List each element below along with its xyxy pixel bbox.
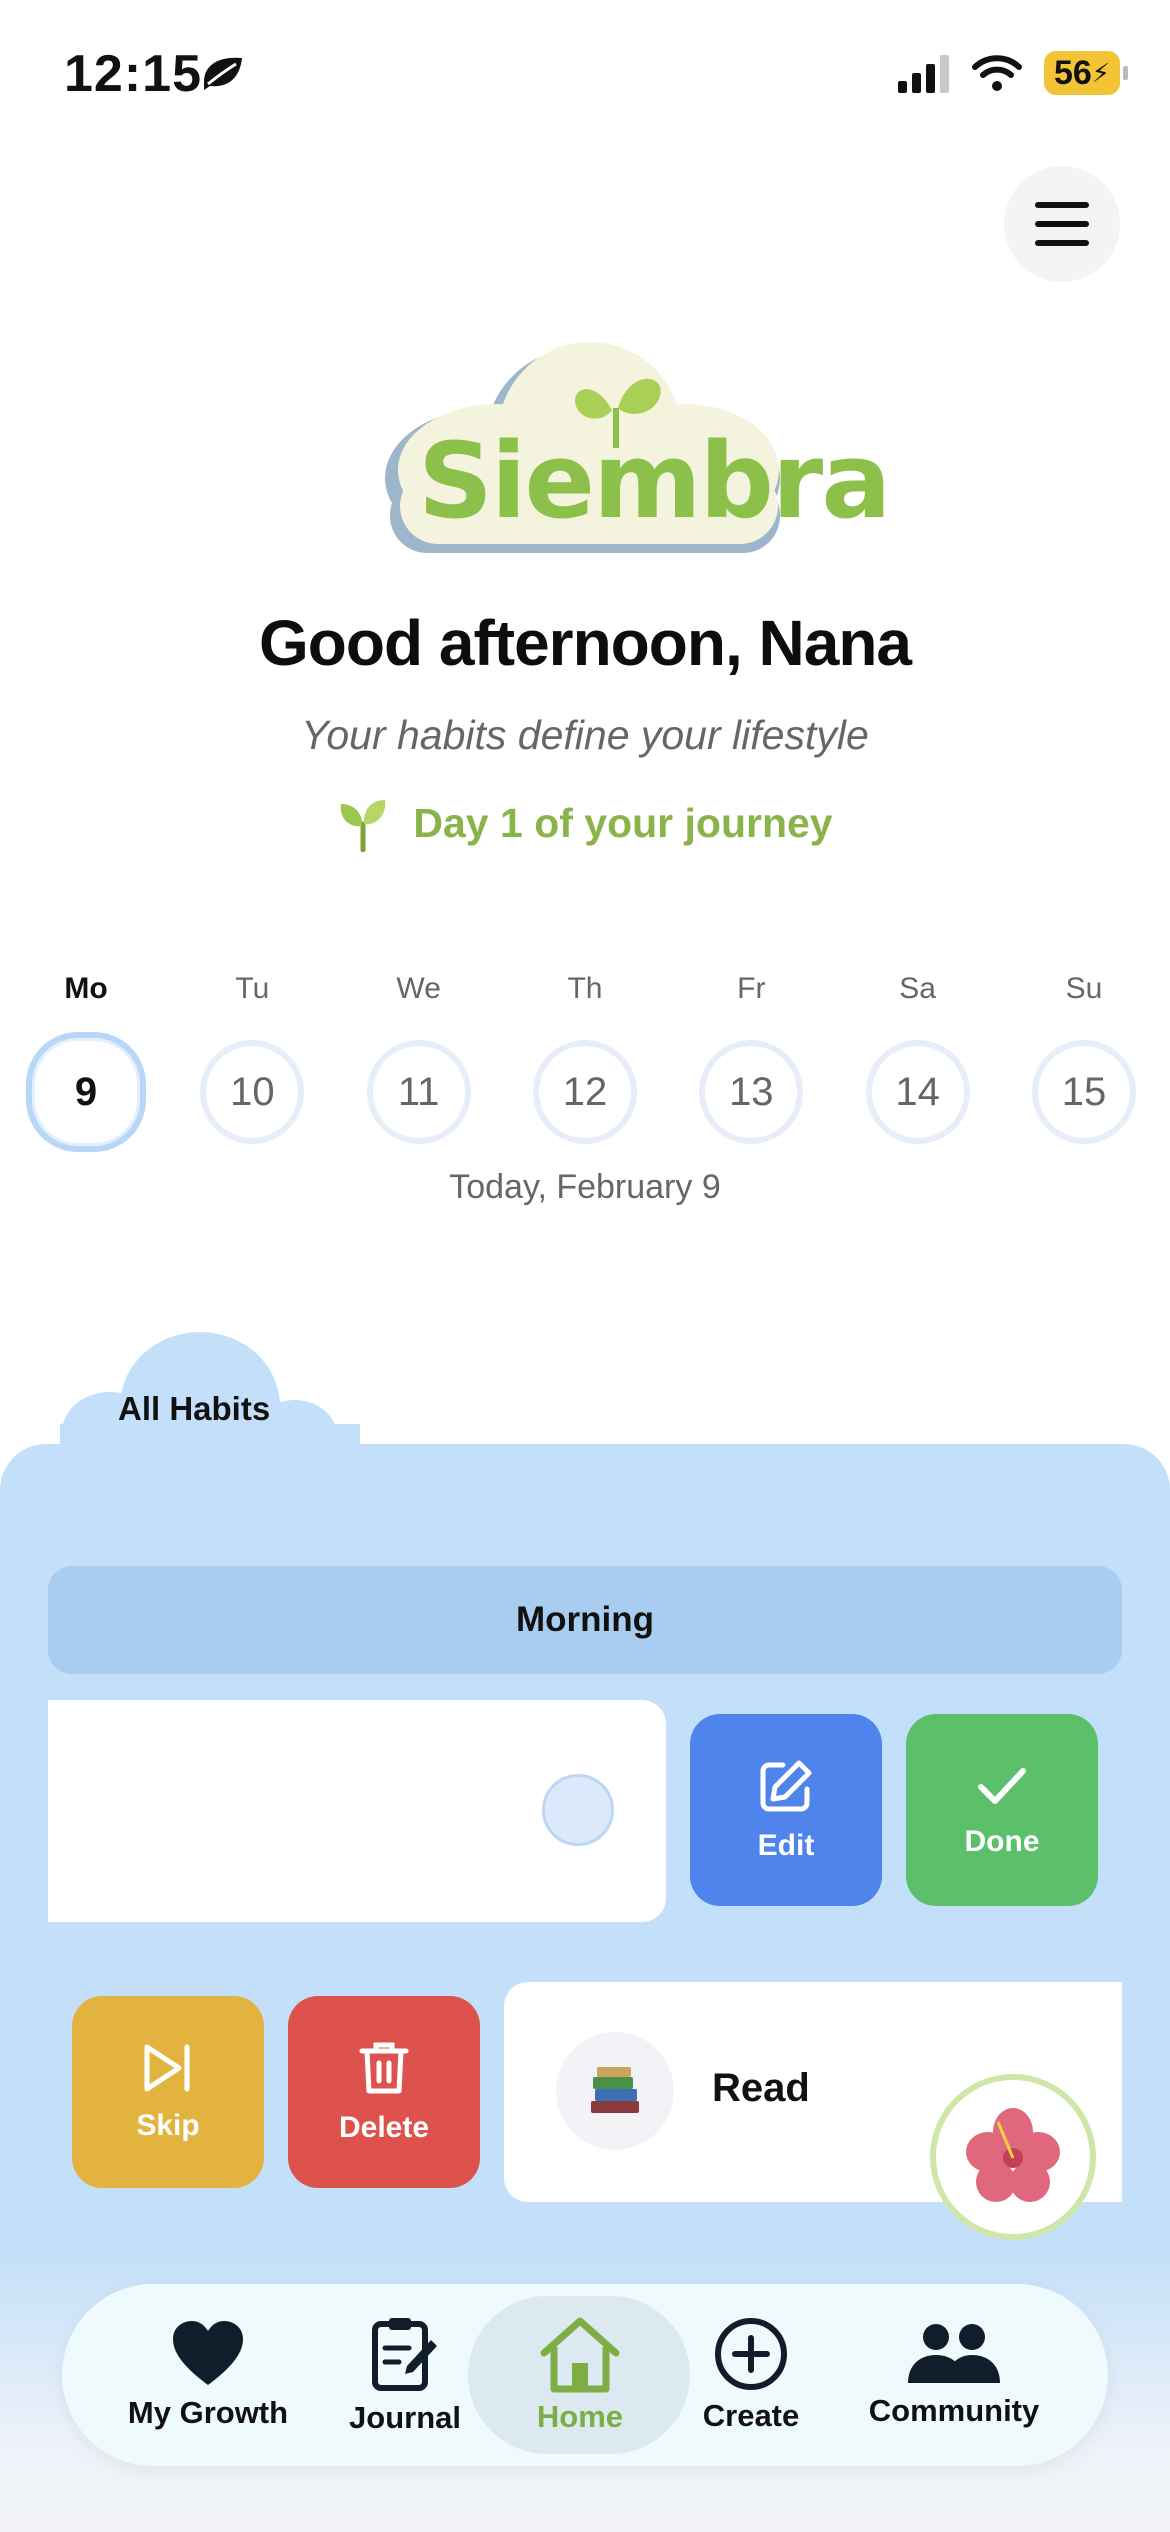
people-icon: [908, 2324, 1000, 2383]
day-saturday[interactable]: Sa 14: [856, 972, 980, 1152]
day-friday[interactable]: Fr 13: [689, 972, 813, 1152]
logo-text: Siembra: [418, 420, 891, 542]
plus-circle-icon: [715, 2318, 787, 2390]
hibiscus-icon[interactable]: [930, 2074, 1096, 2240]
day-wednesday[interactable]: We 11: [357, 972, 481, 1152]
wifi-icon: [972, 55, 1022, 91]
habit-title: Read: [712, 2066, 810, 2110]
day-date: 15: [1031, 1040, 1136, 1144]
checkmark-icon: [978, 1768, 1026, 1804]
menu-button[interactable]: [1004, 166, 1120, 282]
today-label: Today, February 9: [449, 1168, 721, 1206]
week-selector: Mo 9 Tu 10 We 11 Th 12 Fr 13 Sa 14 Su 15: [24, 972, 1146, 1152]
day-tuesday[interactable]: Tu 10: [190, 972, 314, 1152]
journal-icon: [372, 2318, 437, 2391]
day-date: 11: [366, 1040, 471, 1144]
menu-icon: [1035, 202, 1089, 208]
nav-home[interactable]: Home: [500, 2284, 660, 2466]
nav-my-growth[interactable]: My Growth: [102, 2284, 314, 2466]
nav-label: My Growth: [127, 2395, 289, 2430]
skip-button[interactable]: Skip: [72, 1996, 264, 2188]
nav-journal[interactable]: Journal: [330, 2284, 480, 2466]
day-name: We: [396, 972, 441, 1005]
home-icon: [540, 2317, 620, 2393]
habit-check-circle[interactable]: [542, 1774, 614, 1846]
sprout-icon: [341, 800, 386, 852]
nav-label: Home: [536, 2399, 624, 2434]
day-name: Th: [567, 972, 603, 1005]
day-name: Sa: [899, 972, 936, 1005]
heart-icon: [173, 2321, 243, 2385]
charging-icon: ⚡: [1091, 57, 1111, 88]
leaf-icon: [204, 57, 242, 90]
section-title: Morning: [515, 1600, 655, 1639]
books-icon: [556, 2032, 674, 2150]
trash-icon: [359, 2042, 409, 2094]
skip-icon: [144, 2044, 190, 2092]
day-name: Su: [1065, 972, 1103, 1005]
signal-icon: [898, 55, 949, 93]
done-button[interactable]: Done: [906, 1714, 1098, 1906]
day-date: 9: [26, 1032, 146, 1152]
battery-level: 56: [1053, 53, 1092, 92]
day-monday[interactable]: Mo 9: [24, 972, 148, 1152]
edit-label: Edit: [757, 1829, 815, 1862]
greeting: Good afternoon, Nana: [259, 607, 912, 679]
nav-create[interactable]: Create: [680, 2284, 822, 2466]
day-thursday[interactable]: Th 12: [523, 972, 647, 1152]
siembra-logo: Siembra: [380, 338, 891, 568]
nav-label: Community: [868, 2393, 1040, 2428]
day-date: 12: [532, 1040, 637, 1144]
nav-label: Journal: [349, 2400, 461, 2435]
journey-text: Day 1 of your journey: [413, 799, 833, 846]
delete-label: Delete: [338, 2111, 430, 2144]
done-label: Done: [964, 1825, 1040, 1858]
nav-label: Create: [702, 2398, 800, 2433]
tagline: Your habits define your lifestyle: [301, 712, 869, 758]
delete-button[interactable]: Delete: [288, 1996, 480, 2188]
status-time: 12:15: [64, 45, 202, 103]
all-habits-tab-label: All Habits: [118, 1390, 271, 1427]
day-date: 14: [865, 1040, 970, 1144]
day-sunday[interactable]: Su 15: [1022, 972, 1146, 1152]
section-header-morning: Morning: [48, 1566, 1122, 1674]
journey-badge: Day 1 of your journey: [0, 794, 1170, 852]
edit-button[interactable]: Edit: [690, 1714, 882, 1906]
nav-community[interactable]: Community: [846, 2284, 1062, 2466]
status-icons: 56 ⚡: [898, 46, 1128, 100]
day-name: Tu: [235, 972, 270, 1005]
day-name: Mo: [64, 972, 108, 1005]
edit-icon: [760, 1760, 812, 1812]
day-name: Fr: [737, 972, 766, 1005]
skip-label: Skip: [136, 2109, 200, 2142]
day-date: 10: [200, 1040, 305, 1144]
battery-indicator: 56 ⚡: [1044, 51, 1128, 95]
day-date: 13: [699, 1040, 804, 1144]
